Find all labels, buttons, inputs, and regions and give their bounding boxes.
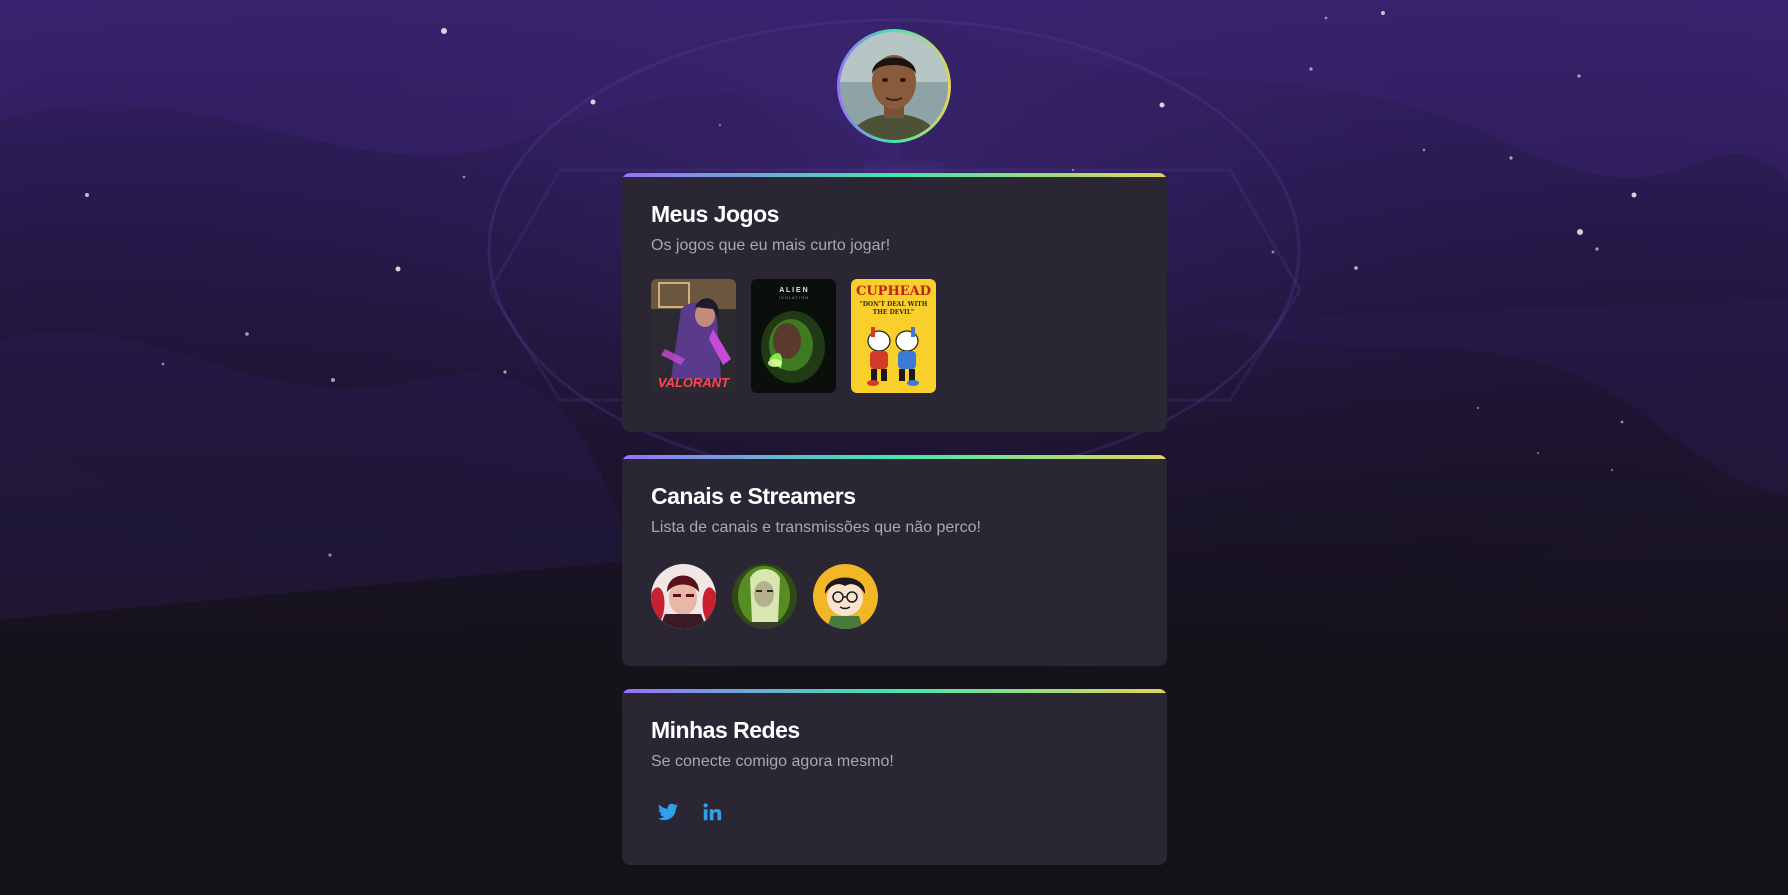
profile-avatar	[837, 29, 951, 143]
streamers-list	[651, 564, 1138, 629]
svg-text:THE DEVIL": THE DEVIL"	[873, 309, 914, 316]
svg-text:I S O L A T I O N: I S O L A T I O N	[779, 295, 809, 300]
streamers-card: Canais e Streamers Lista de canais e tra…	[622, 455, 1167, 666]
cuphead-logo-text: CUPHEAD	[856, 284, 931, 299]
socials-subtitle: Se conecte comigo agora mesmo!	[651, 753, 894, 770]
twitter-icon[interactable]	[657, 801, 679, 823]
streamer-avatar-yellow[interactable]	[813, 564, 878, 629]
games-list: VALORANT A L I E N I S O L A T I O N CUP…	[651, 279, 1138, 393]
game-cover-alien-isolation[interactable]: A L I E N I S O L A T I O N	[751, 279, 836, 393]
alien-logo-text: A L I E N	[779, 287, 807, 294]
streamer-avatar-red[interactable]	[651, 564, 716, 629]
game-cover-valorant[interactable]: VALORANT	[651, 279, 736, 393]
streamers-subtitle: Lista de canais e transmissões que não p…	[651, 519, 981, 536]
profile-photo	[840, 32, 948, 140]
streamer-avatar-green[interactable]	[732, 564, 797, 629]
socials-list	[651, 801, 1138, 823]
games-card: Meus Jogos Os jogos que eu mais curto jo…	[622, 173, 1167, 432]
valorant-logo-text: VALORANT	[658, 375, 730, 390]
linkedin-icon[interactable]	[701, 801, 723, 823]
games-title: Meus Jogos	[651, 201, 779, 227]
socials-card: Minhas Redes Se conecte comigo agora mes…	[622, 689, 1167, 865]
svg-text:"DON'T DEAL WITH: "DON'T DEAL WITH	[860, 301, 928, 308]
socials-title: Minhas Redes	[651, 717, 800, 743]
streamers-title: Canais e Streamers	[651, 483, 856, 509]
game-cover-cuphead[interactable]: CUPHEAD "DON'T DEAL WITH THE DEVIL"	[851, 279, 936, 393]
games-subtitle: Os jogos que eu mais curto jogar!	[651, 237, 891, 254]
